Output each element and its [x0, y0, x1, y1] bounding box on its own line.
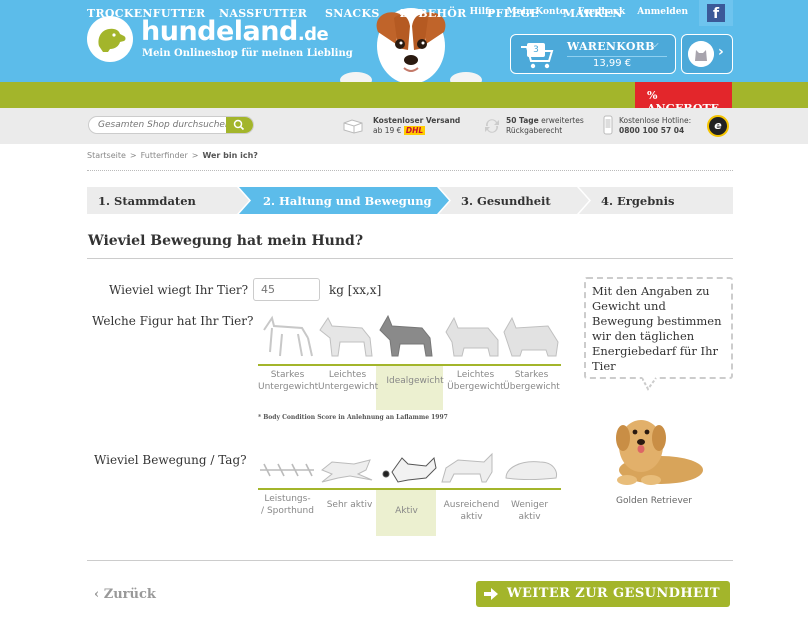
- dog-very-thin-icon: [263, 315, 313, 357]
- bubble-tail: [642, 377, 657, 391]
- breadcrumb-current: Wer bin ich?: [202, 151, 258, 160]
- nav-item-trockenfutter[interactable]: TROCKENFUTTER: [87, 7, 205, 20]
- activity-option-3-selected[interactable]: Aktiv: [377, 505, 436, 517]
- activity-option-1[interactable]: Leistungs- / Sporthund: [258, 493, 317, 517]
- chevron-down-icon[interactable]: ⌵: [651, 39, 659, 50]
- next-button-label: WEITER ZUR GESUNDHEIT: [507, 586, 720, 601]
- chevron-left-icon: ‹: [94, 587, 100, 602]
- search-icon: [233, 119, 245, 131]
- dog-breed-label: Golden Retriever: [616, 496, 693, 506]
- figure-option-5[interactable]: Starkes Übergewicht: [502, 369, 561, 393]
- figure-baseline: [258, 364, 561, 366]
- account-menu-button[interactable]: ›: [681, 34, 733, 74]
- dotted-divider: [87, 170, 733, 171]
- cart-total: 13,99 €: [593, 58, 632, 69]
- search-button[interactable]: [226, 117, 253, 133]
- cart-divider: [567, 56, 667, 57]
- nav-item-pflege[interactable]: PFLEGE: [487, 7, 539, 20]
- dog-lying-icon: [505, 461, 557, 480]
- step-1-stammdaten[interactable]: 1. Stammdaten: [98, 194, 196, 208]
- figure-option-4[interactable]: Leichtes Übergewicht: [446, 369, 505, 393]
- arrow-right-icon: [484, 588, 498, 600]
- step-2-haltung[interactable]: 2. Haltung und Bewegung: [263, 194, 432, 208]
- logo-wordmark[interactable]: hundeland.de: [141, 16, 329, 47]
- trusted-shops-badge-icon[interactable]: e: [707, 115, 729, 137]
- dog-thin-icon: [319, 317, 373, 357]
- figure-option-3-selected[interactable]: Idealgewicht: [382, 375, 448, 387]
- dhl-logo: DHL: [403, 126, 426, 135]
- figure-selected-bg: [376, 364, 443, 410]
- logo-dog-icon[interactable]: [87, 16, 133, 62]
- figure-dog-row: [263, 314, 559, 357]
- figure-option-1[interactable]: Starkes Untergewicht: [258, 369, 318, 393]
- cart-title: WARENKORB: [567, 40, 655, 53]
- nav-item-snacks[interactable]: SNACKS: [325, 7, 380, 20]
- login-link[interactable]: Anmelden: [637, 7, 688, 17]
- shipping-box-icon: [343, 119, 363, 134]
- activity-option-4[interactable]: Ausreichend aktiv: [442, 499, 501, 523]
- weight-label: Wieviel wiegt Ihr Tier?: [109, 283, 249, 297]
- cart-button[interactable]: 3 WARENKORB ⌵ 13,99 €: [510, 34, 676, 74]
- divider: [87, 258, 733, 259]
- page-title: Wieviel Bewegung hat mein Hund?: [88, 233, 364, 249]
- back-button[interactable]: ‹ Zurück: [94, 587, 156, 602]
- activity-baseline: [258, 488, 561, 490]
- breadcrumb-home[interactable]: Startseite: [87, 151, 126, 160]
- chevron-right-icon: ›: [718, 44, 724, 60]
- dog-overweight-icon: [445, 316, 499, 357]
- cat-avatar-icon: [688, 41, 714, 67]
- dog-active-play-icon: [382, 456, 437, 483]
- dog-walking-icon: [441, 452, 493, 483]
- info-bubble-text: Mit den Angaben zu Gewicht und Bewegung …: [592, 284, 722, 373]
- divider: [87, 560, 733, 561]
- tagline: Mein Onlineshop für meinen Liebling: [142, 48, 353, 59]
- nav-item-angebote[interactable]: % ANGEBOTE: [635, 82, 732, 115]
- dog-very-overweight-icon: [503, 316, 559, 357]
- breadcrumb-futterfinder[interactable]: Futterfinder: [141, 151, 188, 160]
- returns-info: 50 Tage erweitertes Rückgaberecht: [506, 116, 584, 135]
- phone-icon: [603, 115, 613, 135]
- breadcrumb-separator: >: [191, 151, 199, 160]
- nav-item-zubehoer[interactable]: ZUBEHÖR: [400, 7, 467, 20]
- activity-option-2[interactable]: Sehr aktiv: [320, 499, 379, 511]
- dog-sled-icon: [260, 463, 314, 477]
- nav-item-nassfutter[interactable]: NASSFUTTER: [219, 7, 307, 20]
- footnote: * Body Condition Score in Anlehnung an L…: [258, 414, 448, 421]
- nav-item-marken[interactable]: MARKEN: [563, 7, 623, 20]
- breadcrumb: Startseite > Futterfinder > Wer bin ich?: [87, 151, 258, 160]
- hotline-info: Kostenlose Hotline: 0800 100 57 04: [619, 116, 692, 135]
- activity-option-5[interactable]: Weniger aktiv: [500, 499, 559, 523]
- weight-unit: kg [xx,x]: [329, 283, 382, 297]
- golden-retriever-image: [616, 420, 703, 485]
- figure-option-2[interactable]: Leichtes Untergewicht: [318, 369, 378, 393]
- search-box: [88, 116, 254, 134]
- step-3-gesundheit[interactable]: 3. Gesundheit: [461, 194, 551, 208]
- step-4-ergebnis[interactable]: 4. Ergebnis: [601, 194, 674, 208]
- dog-running-icon: [321, 459, 373, 483]
- breadcrumb-separator: >: [129, 151, 137, 160]
- return-arrows-icon: [485, 119, 499, 133]
- weight-input[interactable]: [253, 278, 320, 301]
- cart-count-badge: 3: [527, 43, 545, 57]
- figure-label: Welche Figur hat Ihr Tier?: [92, 314, 254, 328]
- shipping-info: Kostenloser Versand ab 19 € DHL: [373, 116, 461, 135]
- search-input[interactable]: [89, 117, 227, 133]
- dog-ideal-icon: [379, 314, 433, 357]
- facebook-icon[interactable]: f: [707, 4, 725, 22]
- next-button[interactable]: WEITER ZUR GESUNDHEIT: [476, 581, 730, 607]
- activity-label: Wieviel Bewegung / Tag?: [94, 453, 247, 467]
- activity-dog-row: [260, 452, 557, 483]
